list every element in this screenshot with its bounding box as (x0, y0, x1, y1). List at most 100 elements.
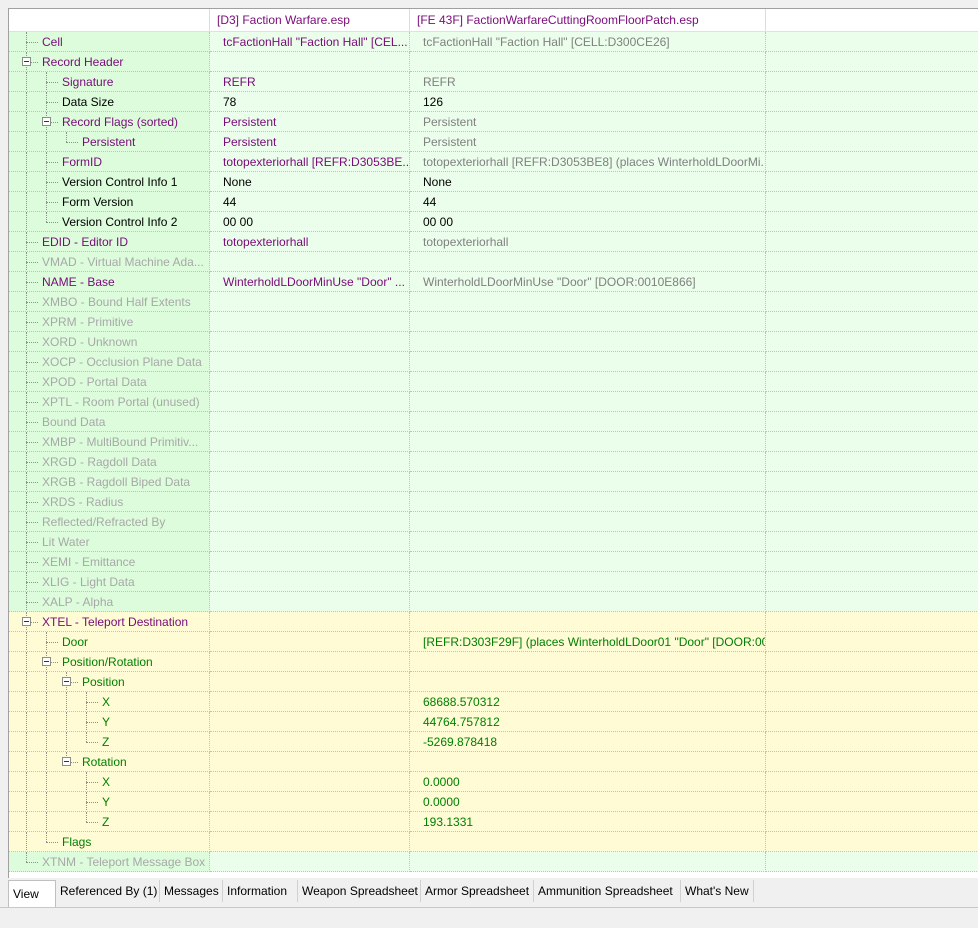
plugin2-value-cell[interactable] (410, 52, 766, 72)
row-label-cell[interactable]: FormID (9, 152, 210, 172)
plugin1-value-cell[interactable] (210, 552, 410, 572)
row-label-cell[interactable]: XEMI - Emittance (9, 552, 210, 572)
row-label-cell[interactable]: Y (9, 792, 210, 812)
plugin2-value-cell[interactable]: -5269.878418 (410, 732, 766, 752)
tree-row[interactable]: XOCP - Occlusion Plane Data (9, 352, 978, 372)
row-label-cell[interactable]: XPOD - Portal Data (9, 372, 210, 392)
tree-row[interactable]: Cell tcFactionHall "Faction Hall" [CEL...… (9, 32, 978, 52)
row-label-cell[interactable]: Bound Data (9, 412, 210, 432)
plugin2-value-cell[interactable]: 126 (410, 92, 766, 112)
row-label-cell[interactable]: XMBO - Bound Half Extents (9, 292, 210, 312)
plugin1-value-cell[interactable] (210, 732, 410, 752)
plugin2-value-cell[interactable] (410, 492, 766, 512)
row-label-cell[interactable]: Reflected/Refracted By (9, 512, 210, 532)
row-label-cell[interactable]: Record Flags (sorted) (9, 112, 210, 132)
row-label-cell[interactable]: Z (9, 732, 210, 752)
plugin1-value-cell[interactable] (210, 652, 410, 672)
record-view-grid[interactable]: [D3] Faction Warfare.esp [FE 43F] Factio… (8, 8, 978, 878)
plugin1-value-cell[interactable] (210, 792, 410, 812)
plugin1-value-cell[interactable] (210, 572, 410, 592)
plugin2-value-cell[interactable]: 193.1331 (410, 812, 766, 832)
tree-row[interactable]: XRDS - Radius (9, 492, 978, 512)
plugin2-value-cell[interactable] (410, 472, 766, 492)
plugin1-value-cell[interactable] (210, 52, 410, 72)
row-label-cell[interactable]: Cell (9, 32, 210, 52)
plugin1-value-cell[interactable]: totopexteriorhall [REFR:D3053BE... (210, 152, 410, 172)
row-label-cell[interactable]: XALP - Alpha (9, 592, 210, 612)
tree-row[interactable]: Data Size 78 126 (9, 92, 978, 112)
row-label-cell[interactable]: X (9, 772, 210, 792)
tree-row[interactable]: Record Header (9, 52, 978, 72)
plugin1-value-cell[interactable] (210, 252, 410, 272)
tab-messages[interactable]: Messages (160, 880, 223, 902)
row-label-cell[interactable]: Record Header (9, 52, 210, 72)
tree-row[interactable]: Form Version 44 44 (9, 192, 978, 212)
plugin1-value-cell[interactable] (210, 592, 410, 612)
collapse-toggle-icon[interactable] (62, 677, 71, 686)
plugin1-value-cell[interactable] (210, 712, 410, 732)
plugin1-value-cell[interactable] (210, 292, 410, 312)
tree-row[interactable]: XRGB - Ragdoll Biped Data (9, 472, 978, 492)
row-label-cell[interactable]: XTNM - Teleport Message Box (9, 852, 210, 872)
collapse-toggle-icon[interactable] (62, 757, 71, 766)
plugin2-value-cell[interactable]: 0.0000 (410, 772, 766, 792)
row-label-cell[interactable]: Z (9, 812, 210, 832)
plugin2-value-cell[interactable] (410, 672, 766, 692)
plugin2-value-cell[interactable]: totopexteriorhall [REFR:D3053BE8] (place… (410, 152, 766, 172)
plugin1-value-cell[interactable] (210, 452, 410, 472)
plugin1-value-cell[interactable] (210, 532, 410, 552)
plugin1-value-cell[interactable]: WinterholdLDoorMinUse "Door" ... (210, 272, 410, 292)
tree-row[interactable]: Position (9, 672, 978, 692)
collapse-toggle-icon[interactable] (22, 617, 31, 626)
row-label-cell[interactable]: XPTL - Room Portal (unused) (9, 392, 210, 412)
plugin1-value-cell[interactable] (210, 512, 410, 532)
row-label-cell[interactable]: Version Control Info 2 (9, 212, 210, 232)
plugin1-value-cell[interactable]: 00 00 (210, 212, 410, 232)
tree-row[interactable]: XMBO - Bound Half Extents (9, 292, 978, 312)
plugin2-value-cell[interactable] (410, 392, 766, 412)
row-label-cell[interactable]: XRGB - Ragdoll Biped Data (9, 472, 210, 492)
plugin2-value-cell[interactable]: 00 00 (410, 212, 766, 232)
tab-armor-spreadsheet[interactable]: Armor Spreadsheet (421, 880, 534, 902)
plugin2-value-cell[interactable] (410, 612, 766, 632)
plugin2-value-cell[interactable]: tcFactionHall "Faction Hall" [CELL:D300C… (410, 32, 766, 52)
plugin2-value-cell[interactable] (410, 352, 766, 372)
plugin1-value-cell[interactable] (210, 472, 410, 492)
tab-view[interactable]: View (8, 880, 56, 908)
tree-row[interactable]: XTNM - Teleport Message Box (9, 852, 978, 872)
plugin2-value-cell[interactable] (410, 592, 766, 612)
tree-row[interactable]: Door [REFR:D303F29F] (places WinterholdLD… (9, 632, 978, 652)
plugin2-value-cell[interactable] (410, 832, 766, 852)
tree-row[interactable]: Y 0.0000 (9, 792, 978, 812)
tree-row[interactable]: Rotation (9, 752, 978, 772)
plugin2-value-cell[interactable]: totopexteriorhall (410, 232, 766, 252)
row-label-cell[interactable]: XRDS - Radius (9, 492, 210, 512)
tree-row[interactable]: XORD - Unknown (9, 332, 978, 352)
plugin2-value-cell[interactable] (410, 532, 766, 552)
tree-row[interactable]: Y 44764.757812 (9, 712, 978, 732)
tree-row[interactable]: XALP - Alpha (9, 592, 978, 612)
tree-row[interactable]: EDID - Editor ID totopexteriorhall totopex… (9, 232, 978, 252)
plugin1-value-cell[interactable] (210, 352, 410, 372)
tree-row[interactable]: Version Control Info 2 00 00 00 00 (9, 212, 978, 232)
plugin2-value-cell[interactable] (410, 512, 766, 532)
row-label-cell[interactable]: Persistent (9, 132, 210, 152)
row-label-cell[interactable]: XORD - Unknown (9, 332, 210, 352)
collapse-toggle-icon[interactable] (22, 57, 31, 66)
tree-row[interactable]: FormID totopexteriorhall [REFR:D3053BE...… (9, 152, 978, 172)
tree-row[interactable]: XTEL - Teleport Destination (9, 612, 978, 632)
row-label-cell[interactable]: XTEL - Teleport Destination (9, 612, 210, 632)
row-label-cell[interactable]: XPRM - Primitive (9, 312, 210, 332)
tree-row[interactable]: Record Flags (sorted) Persistent Persisten… (9, 112, 978, 132)
plugin2-value-cell[interactable]: Persistent (410, 112, 766, 132)
plugin1-value-cell[interactable] (210, 832, 410, 852)
plugin1-value-cell[interactable]: Persistent (210, 132, 410, 152)
plugin1-value-cell[interactable] (210, 432, 410, 452)
plugin2-value-cell[interactable] (410, 572, 766, 592)
row-label-cell[interactable]: EDID - Editor ID (9, 232, 210, 252)
tab-referenced-by-1[interactable]: Referenced By (1) (56, 880, 160, 902)
row-label-cell[interactable]: Y (9, 712, 210, 732)
tree-row[interactable]: Z 193.1331 (9, 812, 978, 832)
plugin2-value-cell[interactable] (410, 292, 766, 312)
row-label-cell[interactable]: Signature (9, 72, 210, 92)
